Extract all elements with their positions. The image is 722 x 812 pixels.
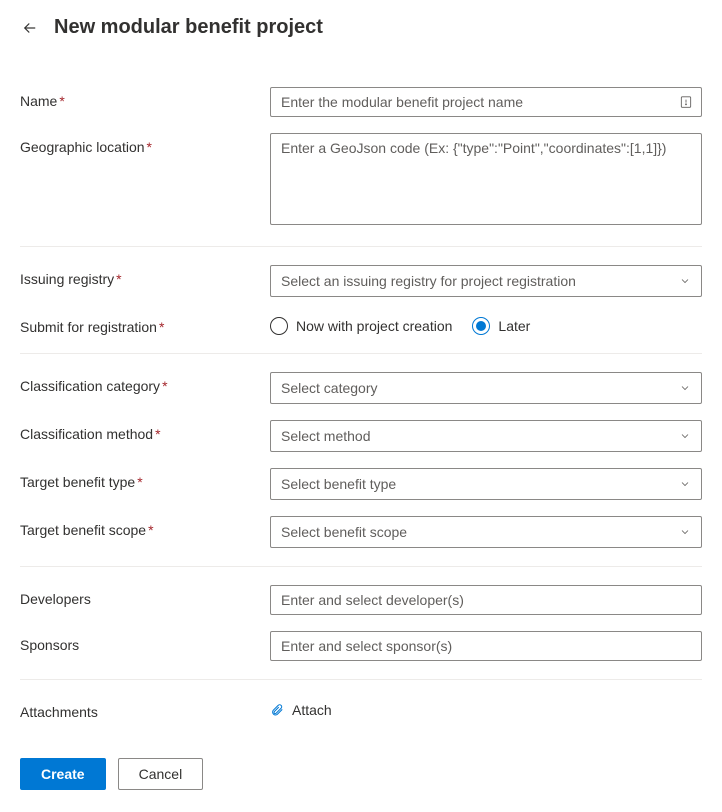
row-developers: Developers [20, 577, 702, 623]
back-arrow-icon[interactable] [20, 18, 40, 38]
chevron-down-icon [679, 382, 691, 394]
row-benefit-scope: Target benefit scope* Select benefit sco… [20, 508, 702, 556]
required-marker: * [116, 271, 121, 287]
page-header: New modular benefit project [20, 16, 702, 39]
label-sponsors: Sponsors [20, 631, 270, 653]
required-marker: * [159, 319, 164, 335]
label-benefit-type: Target benefit type* [20, 468, 270, 490]
label-registry: Issuing registry* [20, 265, 270, 287]
required-marker: * [162, 378, 167, 394]
benefit-scope-select[interactable]: Select benefit scope [270, 516, 702, 548]
row-method: Classification method* Select method [20, 412, 702, 460]
chevron-down-icon [679, 526, 691, 538]
geo-input[interactable] [270, 133, 702, 225]
developers-input[interactable] [270, 585, 702, 615]
submit-radio-group: Now with project creation Later [270, 313, 702, 335]
row-name: Name* [20, 79, 702, 125]
label-developers: Developers [20, 585, 270, 607]
name-input[interactable] [270, 87, 702, 117]
radio-circle-icon [270, 317, 288, 335]
chevron-down-icon [679, 478, 691, 490]
label-category: Classification category* [20, 372, 270, 394]
row-sponsors: Sponsors [20, 623, 702, 669]
required-marker: * [137, 474, 142, 490]
cancel-button[interactable]: Cancel [118, 758, 204, 790]
footer-actions: Create Cancel [20, 758, 702, 790]
label-attachments: Attachments [20, 698, 270, 720]
required-marker: * [155, 426, 160, 442]
registry-select[interactable]: Select an issuing registry for project r… [270, 265, 702, 297]
fill-icon[interactable] [678, 94, 694, 110]
divider [20, 353, 702, 354]
paperclip-icon [270, 703, 284, 717]
radio-now[interactable]: Now with project creation [270, 317, 452, 335]
category-select[interactable]: Select category [270, 372, 702, 404]
radio-circle-selected-icon [472, 317, 490, 335]
row-attachments: Attachments Attach [20, 690, 702, 728]
row-registry: Issuing registry* Select an issuing regi… [20, 257, 702, 305]
create-button[interactable]: Create [20, 758, 106, 790]
required-marker: * [148, 522, 153, 538]
sponsors-input[interactable] [270, 631, 702, 661]
row-benefit-type: Target benefit type* Select benefit type [20, 460, 702, 508]
chevron-down-icon [679, 430, 691, 442]
required-marker: * [59, 93, 64, 109]
divider [20, 246, 702, 247]
label-name: Name* [20, 87, 270, 109]
label-submit: Submit for registration* [20, 313, 270, 335]
page-title: New modular benefit project [54, 16, 323, 39]
attach-button[interactable]: Attach [270, 698, 332, 718]
row-category: Classification category* Select category [20, 364, 702, 412]
row-geo: Geographic location* [20, 125, 702, 236]
divider [20, 679, 702, 680]
row-submit: Submit for registration* Now with projec… [20, 305, 702, 343]
chevron-down-icon [679, 275, 691, 287]
label-benefit-scope: Target benefit scope* [20, 516, 270, 538]
radio-later[interactable]: Later [472, 317, 530, 335]
required-marker: * [147, 139, 152, 155]
label-geo: Geographic location* [20, 133, 270, 155]
divider [20, 566, 702, 567]
method-select[interactable]: Select method [270, 420, 702, 452]
label-method: Classification method* [20, 420, 270, 442]
benefit-type-select[interactable]: Select benefit type [270, 468, 702, 500]
